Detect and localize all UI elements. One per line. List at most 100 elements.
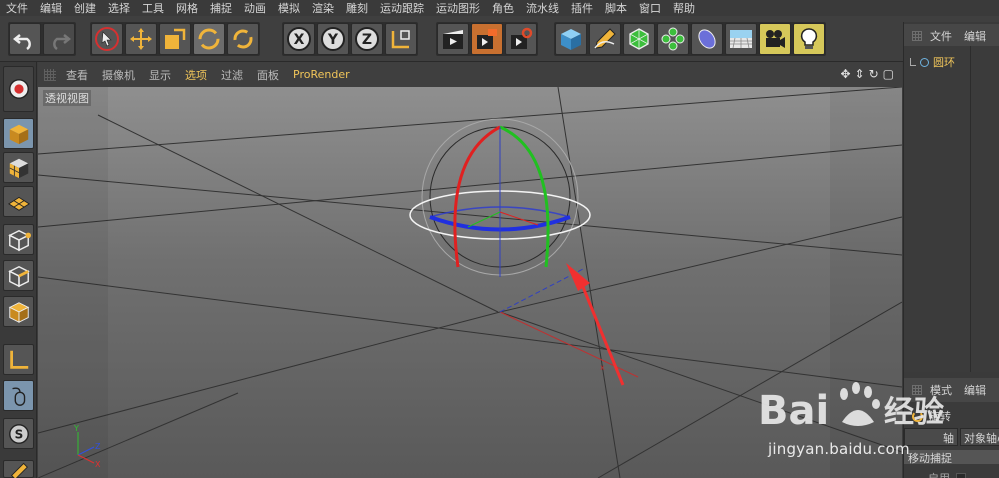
viewport-menu-panel[interactable]: 面板: [257, 67, 279, 83]
viewport-grip-icon[interactable]: [44, 68, 56, 81]
viewport-menu-options[interactable]: 选项: [185, 67, 207, 83]
svg-text:X: X: [294, 32, 305, 48]
camera-button[interactable]: [759, 23, 791, 55]
live-selection-button[interactable]: [91, 23, 123, 55]
viewport-menu-view[interactable]: 查看: [66, 67, 88, 83]
tree-branch-icon: [910, 58, 916, 66]
watermark-url: jingyan.baidu.com: [768, 440, 910, 458]
scale-button[interactable]: [159, 23, 191, 55]
menu-edit[interactable]: 编辑: [40, 0, 62, 16]
menu-motion-tracker[interactable]: 运动跟踪: [380, 0, 424, 16]
menu-animate[interactable]: 动画: [244, 0, 266, 16]
objects-panel-header: 文件 编辑: [904, 24, 999, 48]
menu-file[interactable]: 文件: [6, 0, 28, 16]
object-item-torus[interactable]: 圆环: [910, 54, 955, 70]
baidu-logo: Bai 经验: [758, 382, 944, 434]
cube-button[interactable]: [555, 23, 587, 55]
create-objects-group: [554, 22, 826, 56]
x-axis-button[interactable]: X: [283, 23, 315, 55]
annotation-arrow: [566, 263, 625, 386]
edit-render-settings-button[interactable]: [505, 23, 537, 55]
render-view-button[interactable]: [437, 23, 469, 55]
y-axis-icon: Y: [321, 27, 345, 51]
move-button[interactable]: [125, 23, 157, 55]
snap-button[interactable]: S: [3, 418, 34, 449]
light-button[interactable]: [793, 23, 825, 55]
move-view-icon[interactable]: ✥: [840, 67, 850, 81]
objects-grip-icon[interactable]: [912, 31, 922, 41]
toggle-view-icon[interactable]: ▢: [883, 67, 894, 81]
floor-icon: [730, 30, 752, 49]
viewport-menu-filter[interactable]: 过滤: [221, 67, 243, 83]
rotate-icon: [198, 28, 220, 50]
model-mode-icon: [9, 124, 28, 144]
menu-simulate[interactable]: 模拟: [278, 0, 300, 16]
viewport-menu-display[interactable]: 显示: [149, 67, 171, 83]
viewport-camera-label: 透视视图: [43, 90, 91, 106]
make-editable-button[interactable]: [3, 66, 34, 112]
menu-tools[interactable]: 工具: [142, 0, 164, 16]
deformer-button[interactable]: [691, 23, 723, 55]
points-mode-button[interactable]: [3, 224, 34, 255]
viewport-menu-prorender[interactable]: ProRender: [293, 68, 350, 81]
svg-text:Y: Y: [73, 424, 79, 433]
menu-render[interactable]: 渲染: [312, 0, 334, 16]
undo-button[interactable]: [9, 23, 41, 55]
objects-tab-file[interactable]: 文件: [930, 28, 952, 44]
subdivision-button[interactable]: [623, 23, 655, 55]
coordinate-system-button[interactable]: [385, 23, 417, 55]
z-axis-button[interactable]: Z: [351, 23, 383, 55]
svg-text:Z: Z: [362, 32, 372, 48]
rotate-view-icon[interactable]: ↻: [869, 67, 879, 81]
recent-tool-icon: [233, 29, 253, 49]
axis-lock-group: X Y Z: [282, 22, 418, 56]
menu-help[interactable]: 帮助: [673, 0, 695, 16]
viewport-menu-cameras[interactable]: 摄像机: [102, 67, 135, 83]
menu-plugins[interactable]: 插件: [571, 0, 593, 16]
menu-character[interactable]: 角色: [492, 0, 514, 16]
menu-select[interactable]: 选择: [108, 0, 130, 16]
menu-sculpt[interactable]: 雕刻: [346, 0, 368, 16]
workplane-button[interactable]: [3, 186, 34, 217]
light-icon: [800, 28, 818, 49]
object-item-label: 圆环: [933, 56, 955, 69]
rotate-button[interactable]: [193, 23, 225, 55]
svg-text:Bai: Bai: [758, 388, 829, 434]
rotate-gizmo[interactable]: [409, 118, 591, 277]
menu-mesh[interactable]: 网格: [176, 0, 198, 16]
menu-mograph[interactable]: 运动图形: [436, 0, 480, 16]
axis-mode-button[interactable]: [3, 344, 34, 375]
cinema4d-window: 文件 编辑 创建 选择 工具 网格 捕捉 动画 模拟 渲染 雕刻 运动跟踪 运动…: [0, 0, 999, 478]
tweak-mode-button[interactable]: [3, 380, 34, 411]
main-toolbar: X Y Z: [0, 16, 999, 62]
texture-mode-button[interactable]: [3, 152, 34, 183]
edges-mode-button[interactable]: [3, 260, 34, 291]
menu-pipeline[interactable]: 流水线: [526, 0, 559, 16]
texture-mode-icon: [9, 158, 28, 178]
menu-window[interactable]: 窗口: [639, 0, 661, 16]
polygons-mode-button[interactable]: [3, 296, 34, 327]
objects-tab-edit[interactable]: 编辑: [964, 28, 986, 44]
menu-create[interactable]: 创建: [74, 0, 96, 16]
transform-tools-group: [90, 22, 260, 56]
render-picture-viewer-button[interactable]: [471, 23, 503, 55]
y-rotation-band[interactable]: [499, 125, 550, 268]
enable-checkbox[interactable]: [956, 473, 966, 478]
cloner-button[interactable]: [657, 23, 689, 55]
live-selection-icon: [95, 27, 119, 51]
menu-script[interactable]: 脚本: [605, 0, 627, 16]
x-rotation-band[interactable]: [453, 125, 501, 268]
torus-icon: [920, 57, 929, 67]
model-mode-button[interactable]: [3, 118, 34, 149]
scale-icon: [165, 28, 186, 49]
pen-button[interactable]: [589, 23, 621, 55]
move-icon: [130, 28, 152, 50]
x-axis-icon: X: [287, 27, 311, 51]
paint-button[interactable]: [3, 460, 34, 478]
menu-snap[interactable]: 捕捉: [210, 0, 232, 16]
zoom-view-icon[interactable]: ⇕: [855, 67, 865, 81]
floor-button[interactable]: [725, 23, 757, 55]
y-axis-button[interactable]: Y: [317, 23, 349, 55]
recent-tool-button[interactable]: [227, 23, 259, 55]
redo-button[interactable]: [43, 23, 75, 55]
